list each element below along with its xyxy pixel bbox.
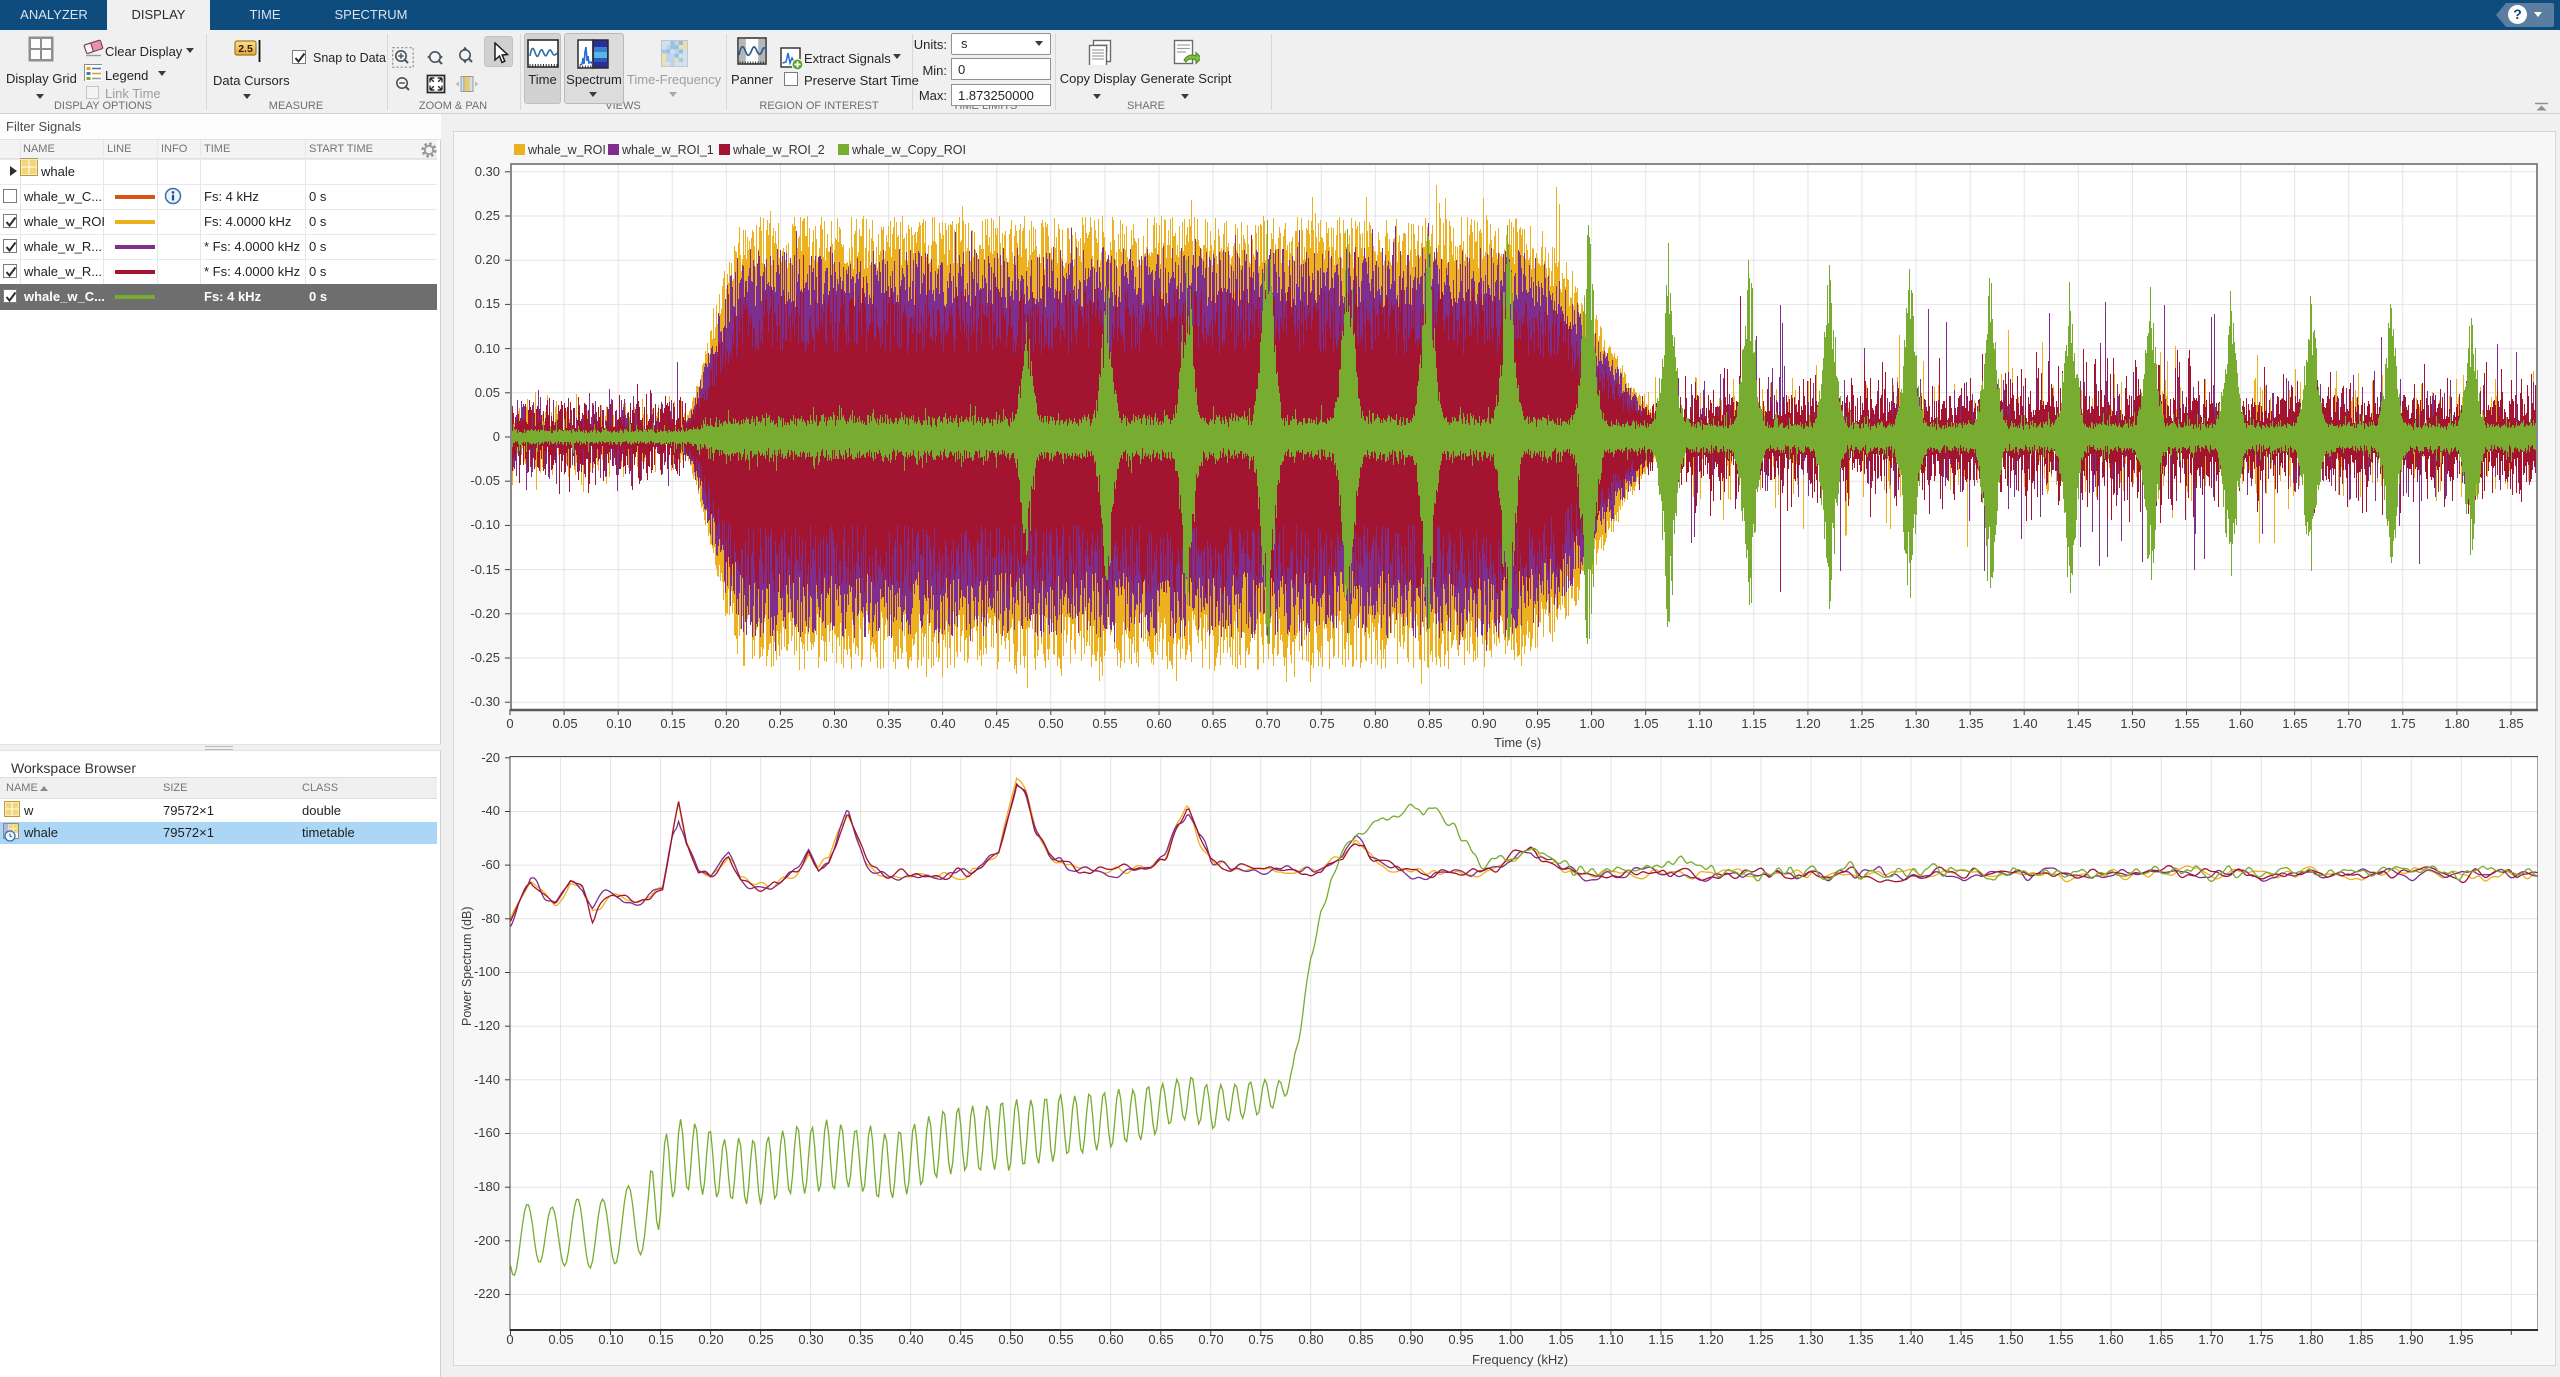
svg-text:2.5: 2.5 [238, 43, 253, 55]
